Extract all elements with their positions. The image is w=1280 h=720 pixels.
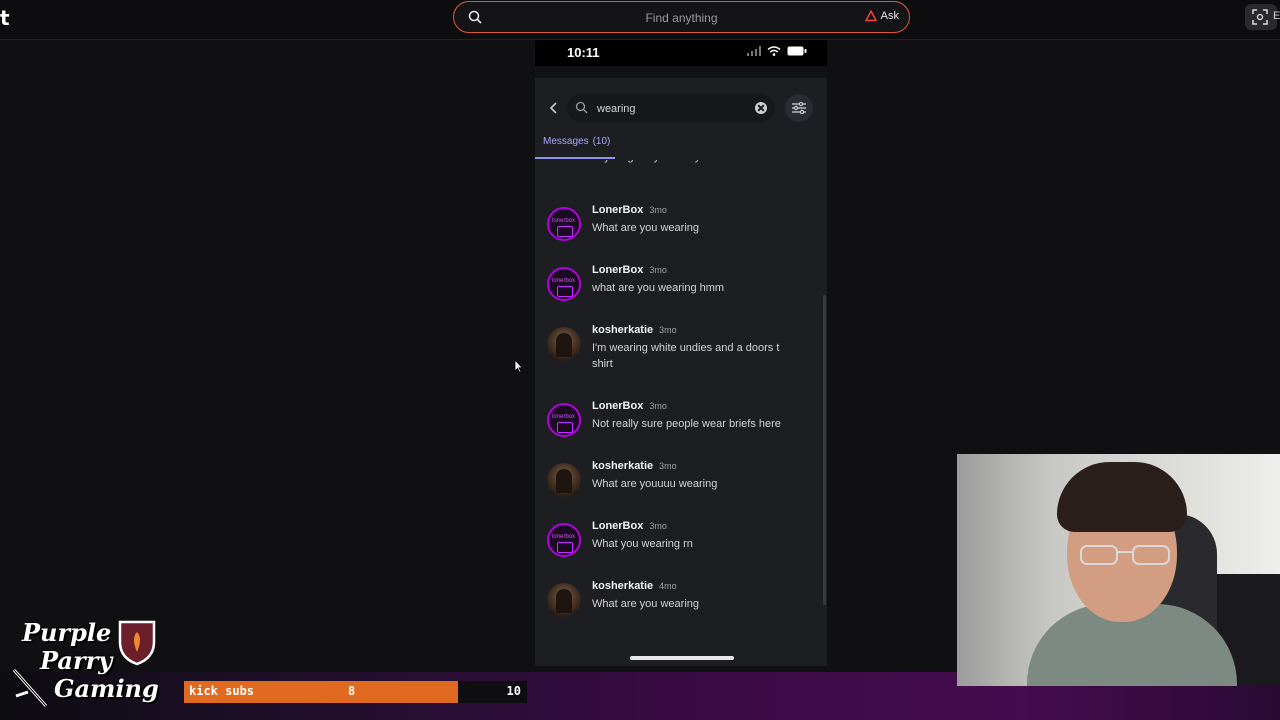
message-results-list: anything sexy lcl sorry lonerbox LonerBo… [535, 152, 827, 632]
message-result[interactable]: kosherkatie 3mo I'm wearing white undies … [535, 324, 827, 400]
message-author: LonerBox 3mo [592, 264, 667, 276]
message-author: LonerBox 3mo [592, 400, 667, 412]
signal-icon [747, 46, 761, 56]
avatar-text: lonerbox [552, 534, 576, 540]
message-result[interactable]: kosherkatie 3mo What are youuuu wearing [535, 460, 827, 520]
mouse-cursor-icon [514, 359, 523, 373]
message-search-field[interactable] [567, 94, 775, 122]
avatar: lonerbox [547, 267, 581, 301]
brand-line-2: Parry [40, 646, 113, 675]
home-indicator[interactable] [630, 656, 734, 660]
search-icon [575, 101, 588, 114]
webcam-streamer-hair [1057, 462, 1187, 532]
warning-icon [864, 10, 877, 22]
ask-button[interactable]: Ask [864, 10, 899, 22]
message-author: kosherkatie 3mo [592, 460, 677, 472]
message-result[interactable]: lonerbox LonerBox 3mo Not really sure peo… [535, 400, 827, 460]
wifi-icon [767, 46, 781, 56]
avatar-text: lonerbox [552, 218, 576, 224]
message-author: LonerBox 3mo [592, 520, 667, 532]
avatar-text: lonerbox [552, 414, 576, 420]
avatar: lonerbox [547, 207, 581, 241]
avatar [547, 583, 581, 617]
avatar: lonerbox [547, 523, 581, 557]
message-result[interactable]: lonerbox LonerBox 3mo What you wearing rn [535, 520, 827, 580]
tab-messages[interactable]: Messages (10) [543, 136, 610, 147]
ask-label: Ask [880, 10, 899, 22]
header-band [535, 66, 827, 78]
webcam-feed [957, 454, 1280, 686]
message-time: 3mo [649, 401, 667, 411]
sub-goal-label: kick subs [189, 684, 255, 698]
sub-goal-target: 10 [506, 684, 521, 698]
sub-goal-bar: kick subs 8 10 [184, 681, 527, 703]
message-result[interactable]: kosherkatie 4mo What are you wearing [535, 580, 827, 632]
message-content: what are you wearing hmm [592, 282, 725, 294]
avatar: lonerbox [547, 403, 581, 437]
message-result[interactable]: lonerbox LonerBox 3mo What are you wearin… [535, 204, 827, 264]
message-content: I'm wearing white undies and a doors t s… [592, 342, 780, 370]
message-time: 3mo [659, 325, 677, 335]
search-row [535, 90, 827, 126]
active-tab-indicator [535, 157, 615, 159]
status-icons [747, 46, 807, 56]
message-time: 3mo [649, 521, 667, 531]
message-content: What you wearing rn [592, 538, 693, 550]
message-time: 4mo [659, 581, 677, 591]
brand-line-1: Purple [22, 618, 112, 647]
battery-icon [787, 46, 807, 56]
global-search-placeholder: Find anything [645, 11, 718, 25]
filter-button[interactable] [785, 94, 813, 122]
global-search-bar[interactable]: Find anything Ask [453, 1, 910, 33]
message-content: What are you wearing [592, 598, 699, 610]
status-bar: 10:11 [535, 40, 827, 66]
clear-search-icon[interactable] [755, 102, 767, 114]
results-tab-row: Messages (10) [535, 134, 827, 160]
message-content: Not really sure people wear briefs here [592, 418, 781, 430]
browser-topbar: t Find anything Ask E [0, 0, 1280, 40]
message-author: kosherkatie 3mo [592, 324, 677, 336]
sub-goal-current: 8 [348, 684, 356, 698]
message-author: LonerBox 3mo [592, 204, 667, 216]
tab-count: (10) [592, 136, 611, 147]
avatar [547, 327, 581, 361]
message-time: 3mo [649, 205, 667, 215]
message-result[interactable]: lonerbox LonerBox 3mo what are you wearin… [535, 264, 827, 324]
status-time: 10:11 [567, 45, 600, 60]
channel-logo: Purple Parry Gaming [10, 618, 160, 714]
filter-icon [792, 102, 806, 114]
phone-screen: 10:11 anything sexy lcl sorry lonerbox L… [535, 40, 827, 666]
message-author: kosherkatie 4mo [592, 580, 677, 592]
message-time: 3mo [649, 265, 667, 275]
tab-label: Messages [543, 136, 589, 147]
sword-icon [12, 669, 48, 707]
back-icon[interactable] [547, 100, 561, 116]
app-logo[interactable]: t [0, 6, 10, 30]
avatar [547, 463, 581, 497]
message-content: What are you wearing [592, 222, 699, 234]
scan-icon [1252, 9, 1268, 25]
message-content: What are youuuu wearing [592, 478, 718, 490]
shield-icon [118, 620, 156, 666]
scan-button[interactable]: E [1245, 4, 1280, 30]
avatar-text: lonerbox [552, 278, 576, 284]
glasses-icon [1080, 545, 1170, 565]
brand-line-3: Gaming [54, 674, 159, 703]
message-search-input[interactable] [595, 100, 749, 118]
results-scrollbar[interactable] [823, 295, 826, 605]
message-time: 3mo [659, 461, 677, 471]
scan-label: E [1273, 10, 1280, 22]
